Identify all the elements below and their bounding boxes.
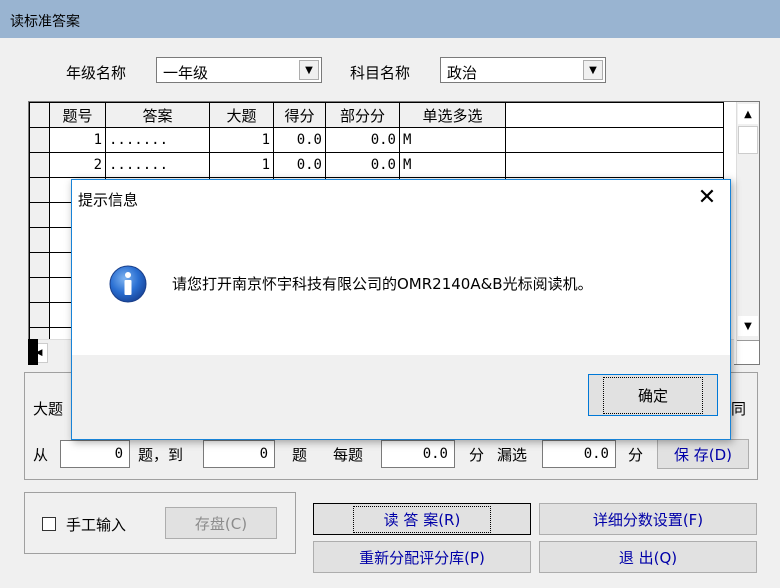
to-question-input[interactable]: 0 [203, 440, 275, 468]
chevron-down-icon[interactable]: ▼ [583, 60, 603, 80]
cell-type[interactable]: M [399, 152, 506, 178]
cell-empty [505, 152, 724, 178]
info-icon [109, 265, 147, 303]
cell-answer[interactable]: ....... [105, 127, 210, 153]
dialog-message: 请您打开南京怀宇科技有限公司的OMR2140A&B光标阅读机。 [172, 275, 593, 293]
row-selector[interactable] [29, 127, 50, 153]
manual-input-label: 手工输入 [66, 516, 127, 534]
points-each-input[interactable]: 0.0 [381, 440, 455, 468]
table-row[interactable]: 1 ....... 1 0.0 0.0 M [29, 127, 724, 153]
cell-score[interactable]: 0.0 [273, 152, 326, 178]
column-header[interactable]: 答案 [105, 102, 210, 128]
cell-answer[interactable]: ....... [105, 152, 210, 178]
vertical-scrollbar[interactable]: ▲ ▼ [736, 102, 759, 364]
column-header[interactable]: 单选多选 [399, 102, 506, 128]
column-header[interactable]: 得分 [273, 102, 326, 128]
subject-select[interactable]: 政治 ▼ [440, 57, 606, 83]
column-header[interactable]: 大题 [209, 102, 274, 128]
chevron-down-icon[interactable]: ▼ [299, 60, 319, 80]
dialog-footer: 确定 [72, 355, 730, 439]
question-unit-label: 题 [292, 446, 308, 464]
redistribute-score-button[interactable]: 重新分配评分库(P) [313, 541, 531, 573]
from-label: 从 [33, 446, 49, 464]
table-header-row: 题号 答案 大题 得分 部分分 单选多选 [29, 102, 724, 128]
subject-label: 科目名称 [350, 64, 411, 82]
scrollbar-thumb[interactable] [738, 126, 758, 154]
detail-score-settings-button[interactable]: 详细分数设置(F) [539, 503, 757, 535]
read-answer-label: 读 答 案(R) [352, 505, 492, 533]
scrollbar-corner [737, 340, 759, 364]
row-selector-header [29, 102, 50, 128]
to-label: 题，到 [138, 446, 184, 464]
dialog-title: 提示信息 [78, 191, 139, 209]
points-unit-label: 分 [469, 446, 485, 464]
cell-partial[interactable]: 0.0 [325, 152, 400, 178]
cell-empty [505, 127, 724, 153]
save-button[interactable]: 保 存(D) [657, 439, 749, 469]
column-header[interactable]: 题号 [49, 102, 106, 128]
window-title: 读标准答案 [10, 14, 80, 30]
cell-partial[interactable]: 0.0 [325, 127, 400, 153]
section-label: 大题 [33, 400, 64, 418]
from-question-input[interactable]: 0 [60, 440, 130, 468]
each-question-label: 每题 [333, 446, 364, 464]
grid-corner-marker [28, 339, 38, 365]
read-answer-button[interactable]: 读 答 案(R) [313, 503, 531, 535]
points-unit-label-2: 分 [628, 446, 644, 464]
empty-column-header [505, 102, 724, 128]
cell-section[interactable]: 1 [209, 127, 274, 153]
cell-question[interactable]: 1 [49, 127, 106, 153]
grade-select[interactable]: 一年级 ▼ [156, 57, 322, 83]
cell-section[interactable]: 1 [209, 152, 274, 178]
scroll-down-icon[interactable]: ▼ [738, 316, 758, 336]
subject-value: 政治 [447, 64, 478, 82]
cell-score[interactable]: 0.0 [273, 127, 326, 153]
window-titlebar: 读标准答案 [0, 0, 780, 38]
table-row[interactable]: 2 ....... 1 0.0 0.0 M [29, 152, 724, 178]
exit-button[interactable]: 退 出(Q) [539, 541, 757, 573]
section-label-right: 同 [731, 400, 747, 418]
ok-label: 确定 [602, 376, 703, 414]
scroll-up-icon[interactable]: ▲ [738, 104, 758, 124]
manual-input-checkbox[interactable] [42, 517, 56, 531]
close-icon[interactable]: ✕ [694, 184, 720, 210]
grade-label: 年级名称 [66, 64, 127, 82]
column-header[interactable]: 部分分 [325, 102, 400, 128]
cell-type[interactable]: M [399, 127, 506, 153]
missed-label: 漏选 [497, 446, 528, 464]
grade-value: 一年级 [163, 64, 209, 82]
missed-points-input[interactable]: 0.0 [542, 440, 616, 468]
store-button[interactable]: 存盘(C) [165, 507, 277, 539]
row-selector[interactable] [29, 152, 50, 178]
ok-button[interactable]: 确定 [588, 374, 718, 416]
info-dialog: 提示信息 ✕ 请您打开南京怀宇科技有限公司的OMR2140A&B光标阅读机。 确… [71, 179, 731, 440]
cell-question[interactable]: 2 [49, 152, 106, 178]
